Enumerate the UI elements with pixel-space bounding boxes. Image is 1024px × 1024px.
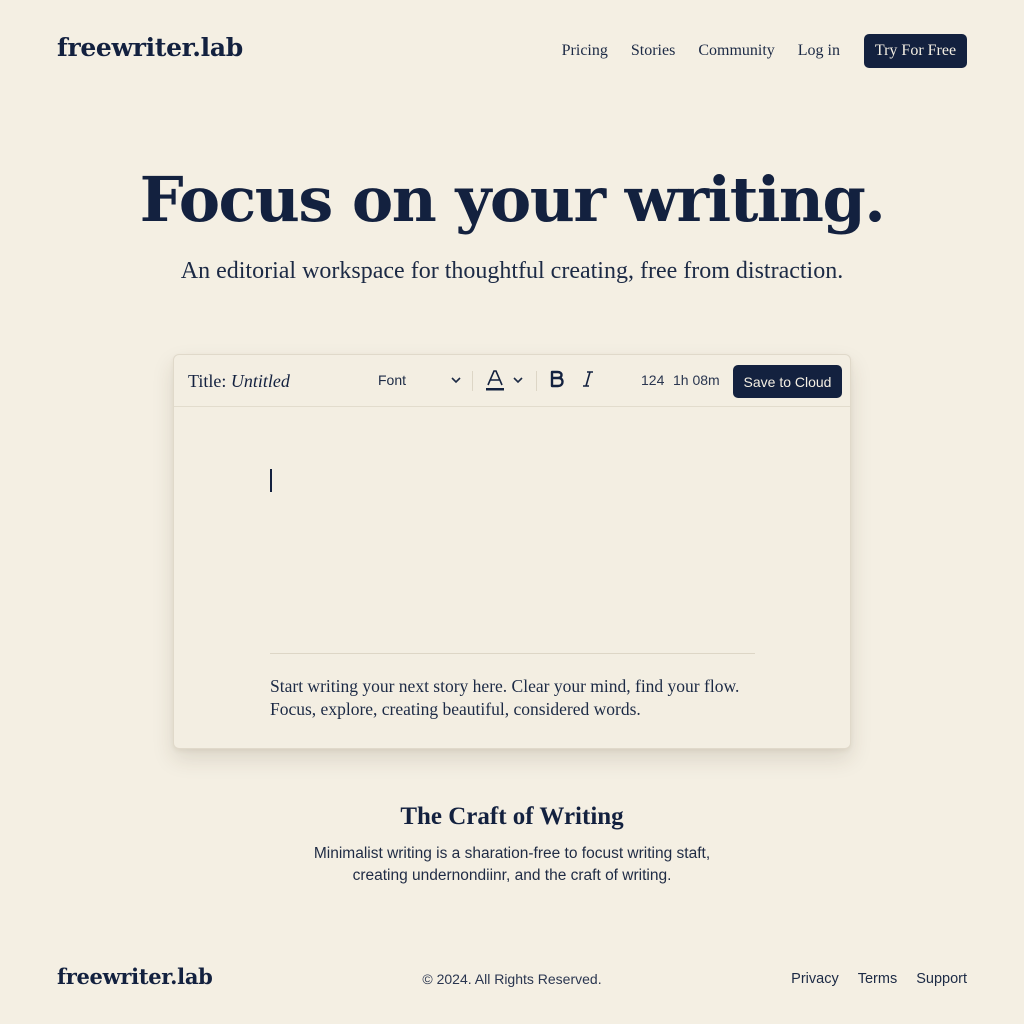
divider-line bbox=[270, 653, 755, 654]
writing-time: 1h 08m bbox=[673, 372, 720, 388]
nav-link-community[interactable]: Community bbox=[698, 42, 774, 60]
italic-button[interactable] bbox=[578, 369, 598, 393]
placeholder-line: Focus, explore, creating beautiful, cons… bbox=[270, 699, 641, 719]
editor-window: Title: Untitled Font 124 1h 08m Save to … bbox=[173, 354, 851, 749]
footer-link-support[interactable]: Support bbox=[916, 971, 967, 987]
chevron-down-icon bbox=[512, 373, 524, 392]
placeholder-line: Start writing your next story here. Clea… bbox=[270, 676, 740, 696]
nav-links: Pricing Stories Community Log in Try For… bbox=[539, 34, 967, 68]
craft-section-description: Minimalist writing is a sharation-free t… bbox=[0, 843, 1024, 887]
hero-title: Focus on your writing. bbox=[139, 163, 886, 236]
try-for-free-button[interactable]: Try For Free bbox=[864, 34, 967, 68]
text-color-button[interactable] bbox=[485, 368, 527, 394]
craft-line: creating undernondiinr, and the craft of… bbox=[352, 867, 672, 884]
site-logo[interactable]: freewriter.lab bbox=[57, 33, 243, 62]
italic-icon bbox=[581, 370, 595, 393]
footer-links: Privacy Terms Support bbox=[772, 971, 967, 987]
bold-icon bbox=[550, 370, 564, 393]
top-nav: freewriter.lab Pricing Stories Community… bbox=[0, 0, 1024, 100]
text-color-icon bbox=[485, 368, 505, 399]
title-label: Title: bbox=[188, 371, 227, 391]
text-cursor bbox=[270, 469, 272, 492]
bold-button[interactable] bbox=[547, 369, 567, 393]
document-title-field[interactable]: Title: Untitled bbox=[188, 371, 290, 392]
toolbar-divider bbox=[472, 371, 473, 391]
hero-subtitle: An editorial workspace for thoughtful cr… bbox=[180, 258, 844, 284]
nav-link-pricing[interactable]: Pricing bbox=[562, 42, 608, 60]
title-value[interactable]: Untitled bbox=[231, 371, 290, 391]
nav-link-stories[interactable]: Stories bbox=[631, 42, 675, 60]
font-dropdown[interactable]: Font bbox=[378, 372, 462, 392]
save-to-cloud-button[interactable]: Save to Cloud bbox=[733, 365, 842, 398]
footer-link-privacy[interactable]: Privacy bbox=[791, 971, 839, 987]
craft-section-title: The Craft of Writing bbox=[400, 803, 624, 830]
chevron-down-icon bbox=[450, 373, 462, 390]
toolbar-divider bbox=[536, 371, 537, 391]
font-dropdown-label: Font bbox=[378, 372, 407, 388]
craft-line: Minimalist writing is a sharation-free t… bbox=[313, 845, 711, 862]
footer-link-terms[interactable]: Terms bbox=[858, 971, 897, 987]
editor-toolbar: Title: Untitled Font 124 1h 08m Save to … bbox=[174, 355, 850, 407]
nav-link-login[interactable]: Log in bbox=[798, 42, 840, 60]
word-count: 124 bbox=[641, 372, 665, 388]
placeholder-text: Start writing your next story here. Clea… bbox=[270, 675, 770, 721]
writing-area[interactable]: Start writing your next story here. Clea… bbox=[174, 407, 850, 748]
